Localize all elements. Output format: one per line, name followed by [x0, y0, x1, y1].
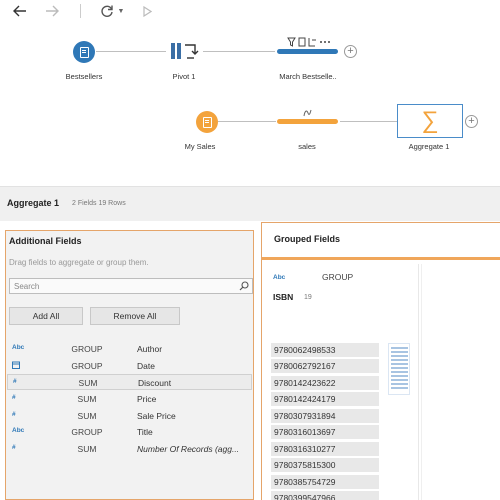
- empty-drop-area: [421, 264, 500, 500]
- add-all-button[interactable]: Add All: [9, 307, 83, 325]
- pivot-icon[interactable]: [170, 42, 199, 60]
- field-aggregation[interactable]: GROUP: [47, 344, 127, 354]
- field-aggregation[interactable]: GROUP: [47, 427, 127, 437]
- field-row[interactable]: Abc GROUP Author: [7, 341, 252, 357]
- add-step-icon[interactable]: +: [465, 115, 478, 128]
- toolbar: ▼: [0, 0, 500, 24]
- grouped-fields-underline: [262, 257, 500, 260]
- node-label-sales: sales: [298, 142, 316, 151]
- field-name: Title: [137, 427, 153, 437]
- value-row[interactable]: 9780142424179: [271, 392, 379, 406]
- field-row[interactable]: GROUP Date: [7, 358, 252, 374]
- field-row[interactable]: # SUM Number Of Records (agg...: [7, 441, 252, 457]
- aggregate-meta: 2 Fields 19 Rows: [72, 200, 126, 207]
- field-aggregation[interactable]: SUM: [47, 411, 127, 421]
- value-row[interactable]: 9780307931894: [271, 409, 379, 423]
- field-row[interactable]: # SUM Discount: [7, 374, 252, 390]
- field-name: Sale Price: [137, 411, 176, 421]
- chevron-down-icon[interactable]: ▼: [116, 0, 126, 22]
- field-aggregation[interactable]: SUM: [47, 444, 127, 454]
- input-source-icon[interactable]: [73, 41, 95, 63]
- field-aggregation[interactable]: GROUP: [47, 361, 127, 371]
- field-row[interactable]: # SUM Sale Price: [7, 408, 252, 424]
- field-profile-card[interactable]: Abc GROUP ISBN 19 9780062498533 97800627…: [268, 264, 419, 500]
- node-label-bestsellers: Bestsellers: [65, 72, 103, 81]
- value-row[interactable]: 9780399547966: [271, 491, 379, 500]
- step-changes-icons: [287, 37, 335, 49]
- additional-fields-title: Additional Fields: [9, 236, 82, 246]
- flow-connector: [340, 121, 398, 122]
- value-row[interactable]: 9780375815300: [271, 458, 379, 472]
- flow-connector: [218, 121, 276, 122]
- flow-connector: [96, 51, 166, 52]
- value-row[interactable]: 9780316013697: [271, 425, 379, 439]
- field-name: Discount: [138, 378, 172, 388]
- toolbar-divider: [80, 4, 81, 18]
- value-row[interactable]: 9780062792167: [271, 359, 379, 373]
- node-label-aggregate: Aggregate 1: [408, 142, 450, 151]
- flow-connector: [203, 51, 275, 52]
- field-row[interactable]: # SUM Price: [7, 391, 252, 407]
- input-source-icon[interactable]: [196, 111, 218, 133]
- number-type-icon: #: [12, 411, 16, 418]
- refresh-icon[interactable]: [97, 0, 117, 22]
- flow-canvas: Bestsellers Pivot 1 + March Bestselle.. …: [0, 24, 500, 186]
- field-name: Price: [137, 394, 157, 404]
- search-placeholder: Search: [14, 282, 40, 291]
- grouped-fields-title: Grouped Fields: [274, 234, 341, 244]
- date-type-icon: [12, 361, 20, 371]
- number-type-icon: #: [13, 378, 17, 385]
- sigma-icon[interactable]: ∑: [397, 104, 463, 138]
- node-label-march-bestsellers: March Bestselle..: [279, 72, 337, 81]
- value-row[interactable]: 9780316310277: [271, 442, 379, 456]
- drag-hint: Drag fields to aggregate or group them.: [9, 258, 149, 267]
- number-type-icon: #: [12, 444, 16, 451]
- value-row[interactable]: 9780062498533: [271, 343, 379, 357]
- additional-fields-panel: Additional Fields Drag fields to aggrega…: [5, 230, 254, 500]
- clean-step-icon[interactable]: [277, 49, 338, 54]
- field-aggregation[interactable]: SUM: [47, 394, 127, 404]
- field-aggregation[interactable]: GROUP: [322, 272, 353, 282]
- add-step-icon[interactable]: +: [344, 45, 357, 58]
- field-aggregation[interactable]: SUM: [48, 378, 128, 388]
- search-icon: [239, 281, 249, 291]
- node-label-pivot: Pivot 1: [172, 72, 196, 81]
- value-row[interactable]: 9780385754729: [271, 475, 379, 489]
- string-type-icon: Abc: [273, 274, 286, 281]
- aggregate-header: Aggregate 1 2 Fields 19 Rows: [0, 187, 500, 221]
- field-name: Number Of Records (agg...: [137, 444, 240, 454]
- value-row[interactable]: 9780142423622: [271, 376, 379, 390]
- field-name: Author: [137, 344, 163, 354]
- field-row[interactable]: Abc GROUP Title: [7, 424, 252, 440]
- scroll-overview[interactable]: [388, 343, 410, 395]
- clean-step-icon[interactable]: [277, 119, 338, 124]
- page-title: Aggregate 1: [7, 198, 60, 208]
- string-type-icon: Abc: [12, 427, 25, 434]
- number-type-icon: #: [12, 394, 16, 401]
- node-label-my-sales: My Sales: [184, 142, 216, 151]
- field-value-count: 19: [304, 294, 312, 301]
- field-name: ISBN: [273, 292, 294, 302]
- arrow-right-icon[interactable]: [42, 0, 62, 22]
- field-name: Date: [137, 361, 155, 371]
- play-icon[interactable]: [140, 0, 154, 22]
- remove-all-button[interactable]: Remove All: [90, 307, 180, 325]
- grouped-fields-panel: Grouped Fields Abc GROUP ISBN 19 9780062…: [261, 222, 500, 500]
- arrow-left-icon[interactable]: [10, 0, 30, 22]
- string-type-icon: Abc: [12, 344, 25, 351]
- search-input[interactable]: Search: [9, 278, 253, 294]
